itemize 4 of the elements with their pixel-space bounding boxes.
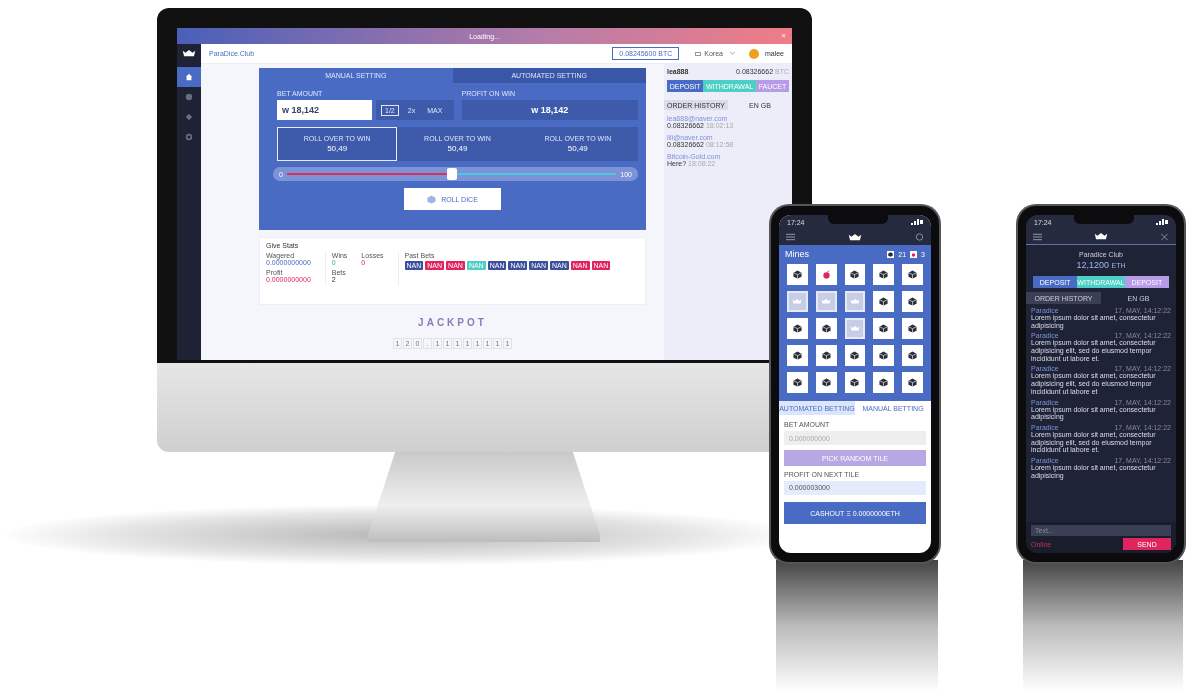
profit-field: w 18,142: [461, 100, 638, 120]
bet-amount-field[interactable]: w 18,142: [277, 100, 372, 120]
game-title: Mines: [785, 249, 809, 259]
jackpot-title: JACKPOT: [418, 317, 487, 328]
